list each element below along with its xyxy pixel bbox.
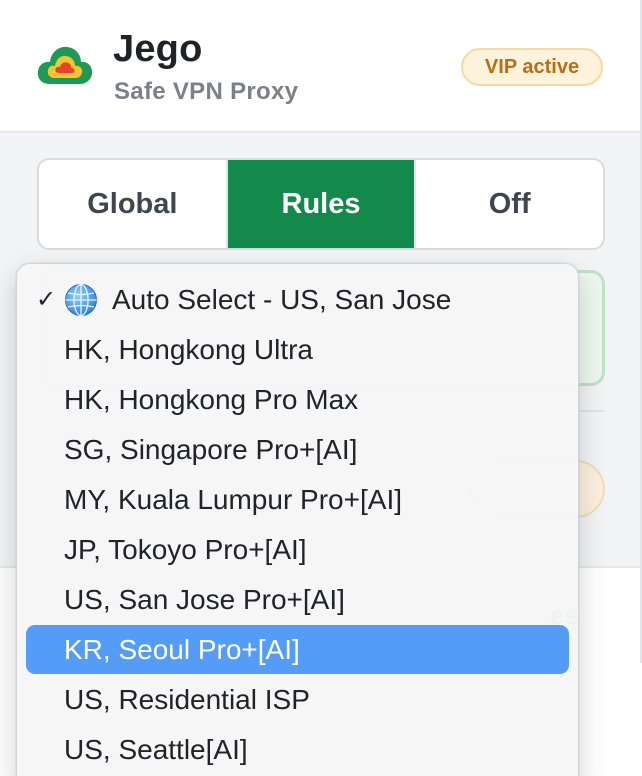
proxy-mode-segmented-control: Global Rules Off <box>37 158 605 250</box>
server-option-jp[interactable]: JP, Tokoyo Pro+[AI] <box>26 525 569 574</box>
app-header: Jego Safe VPN Proxy VIP active <box>0 0 642 133</box>
server-option-us-seattle[interactable]: US, Seattle[AI] <box>26 725 569 774</box>
server-option-auto-select[interactable]: ✓ Auto Select - US, San Jose <box>26 275 569 324</box>
server-dropdown-menu: ✓ Auto Select - US, San Jose HK, Hongkon… <box>16 263 579 776</box>
vpn-app-window: Jego Safe VPN Proxy VIP active Global Ru… <box>0 0 642 776</box>
app-title: Jego <box>113 28 203 70</box>
globe-icon <box>65 283 97 316</box>
server-option-label: JP, Tokoyo Pro+[AI] <box>64 533 307 565</box>
mode-off-button[interactable]: Off <box>416 160 603 248</box>
mode-rules-button[interactable]: Rules <box>227 160 417 248</box>
server-option-label: HK, Hongkong Pro Max <box>64 383 359 415</box>
server-option-my[interactable]: MY, Kuala Lumpur Pro+[AI] <box>26 475 569 524</box>
server-option-label: US, Residential ISP <box>64 683 310 715</box>
checkmark-icon: ✓ <box>36 285 57 313</box>
server-option-label: MY, Kuala Lumpur Pro+[AI] <box>64 483 402 515</box>
vip-status-badge[interactable]: VIP active <box>461 48 603 86</box>
server-option-hk-ultra[interactable]: HK, Hongkong Ultra <box>26 325 569 374</box>
server-option-label: KR, Seoul Pro+[AI] <box>64 633 300 665</box>
server-option-us-san-jose[interactable]: US, San Jose Pro+[AI] <box>26 575 569 624</box>
server-option-label: SG, Singapore Pro+[AI] <box>64 433 358 465</box>
mode-global-button[interactable]: Global <box>39 160 228 248</box>
cloud-logo-icon <box>37 46 93 84</box>
app-subtitle: Safe VPN Proxy <box>114 78 299 105</box>
server-option-kr-seoul[interactable]: KR, Seoul Pro+[AI] <box>26 625 569 674</box>
server-option-label: Auto Select - US, San Jose <box>112 283 452 315</box>
server-option-us-residential[interactable]: US, Residential ISP <box>26 675 569 724</box>
server-option-label: US, Seattle[AI] <box>64 733 248 765</box>
server-option-hk-pro-max[interactable]: HK, Hongkong Pro Max <box>26 375 569 424</box>
server-option-label: US, San Jose Pro+[AI] <box>64 583 345 615</box>
server-option-label: HK, Hongkong Ultra <box>64 333 314 365</box>
server-option-sg[interactable]: SG, Singapore Pro+[AI] <box>26 425 569 474</box>
